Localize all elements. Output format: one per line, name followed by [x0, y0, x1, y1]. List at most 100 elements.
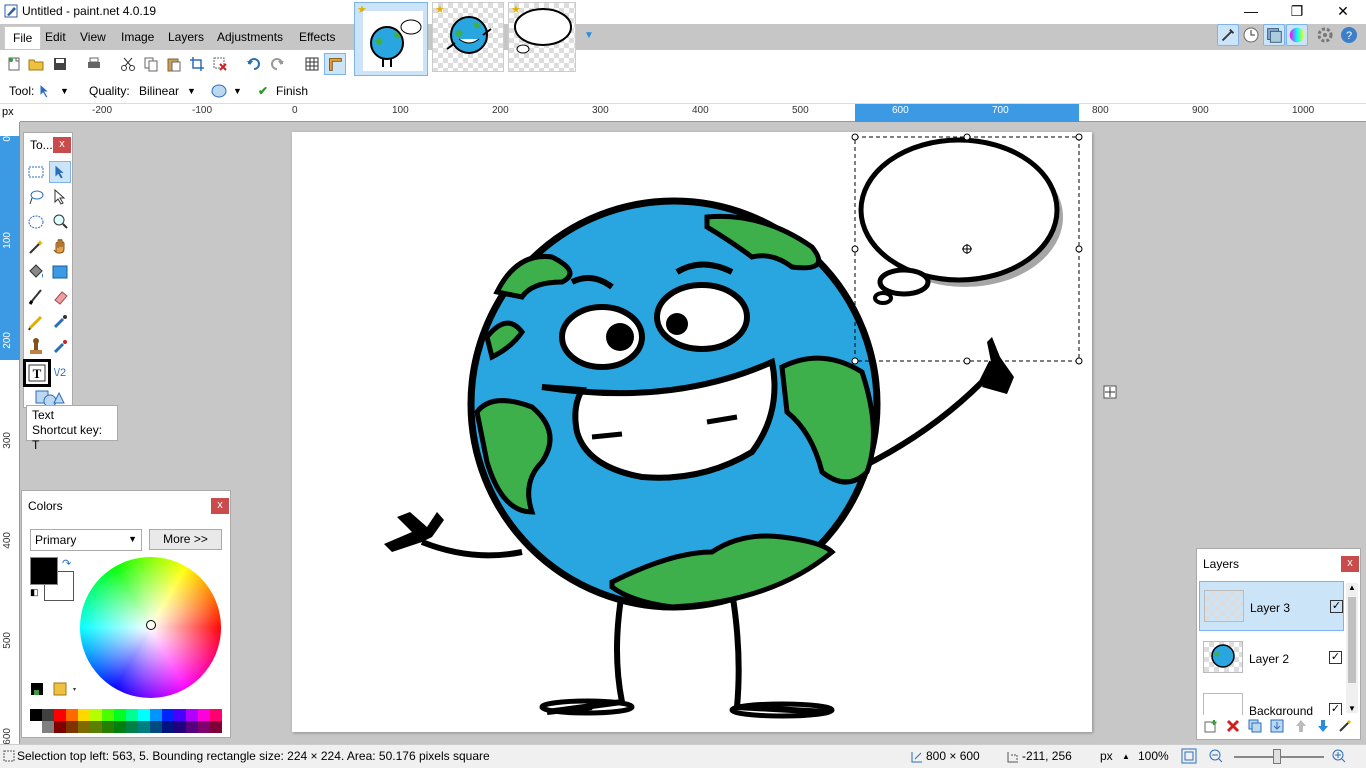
- tabs-overflow-icon[interactable]: ▼: [584, 30, 594, 41]
- quality-dropdown-icon[interactable]: ▼: [187, 86, 196, 96]
- palette-swatch[interactable]: [186, 709, 198, 721]
- tools-window-icon[interactable]: [1217, 24, 1239, 46]
- finish-button[interactable]: Finish: [276, 84, 308, 98]
- selection-mode-dropdown-icon[interactable]: ▼: [233, 86, 242, 96]
- palette-swatch[interactable]: [198, 709, 210, 721]
- palette-swatch[interactable]: [54, 721, 66, 733]
- zoom-in-icon[interactable]: [1331, 748, 1347, 764]
- layers-panel-close-button[interactable]: x: [1341, 556, 1359, 572]
- copy-icon[interactable]: [143, 56, 159, 72]
- tools-panel-close-button[interactable]: x: [53, 137, 71, 153]
- quality-select[interactable]: Bilinear: [139, 84, 179, 98]
- zoom-slider-thumb[interactable]: [1273, 749, 1281, 764]
- help-icon[interactable]: ?: [1338, 24, 1360, 46]
- recolor-icon[interactable]: [49, 336, 71, 358]
- palette-swatch[interactable]: [186, 721, 198, 733]
- rulers-icon[interactable]: [324, 53, 346, 75]
- layer-visibility-checkbox[interactable]: ✓: [1329, 703, 1342, 715]
- palette-swatch[interactable]: [138, 709, 150, 721]
- palette-swatch[interactable]: [102, 721, 114, 733]
- merge-layer-down-icon[interactable]: [1269, 718, 1285, 734]
- palette-swatch[interactable]: [42, 709, 54, 721]
- palette-swatch[interactable]: [210, 721, 222, 733]
- layers-window-icon[interactable]: [1263, 24, 1285, 46]
- palette-swatch[interactable]: [198, 721, 210, 733]
- menu-image[interactable]: Image: [121, 30, 154, 44]
- palette-swatch[interactable]: [150, 709, 162, 721]
- palette-swatch[interactable]: [54, 709, 66, 721]
- move-layer-up-icon[interactable]: [1293, 718, 1309, 734]
- redo-icon[interactable]: [269, 56, 285, 72]
- image-tab-1[interactable]: ★: [354, 2, 428, 76]
- palette-swatch[interactable]: [90, 709, 102, 721]
- new-image-icon[interactable]: [6, 56, 22, 72]
- color-picker-icon[interactable]: [49, 311, 71, 333]
- menu-layers[interactable]: Layers: [168, 30, 204, 44]
- layer-row[interactable]: Layer 2 ✓: [1199, 633, 1344, 683]
- finish-check-icon[interactable]: ✔: [258, 84, 268, 98]
- print-icon[interactable]: [86, 56, 102, 72]
- delete-layer-icon[interactable]: [1225, 718, 1241, 734]
- palette-swatch[interactable]: [30, 721, 42, 733]
- unit-selector[interactable]: px: [1100, 749, 1113, 763]
- clone-stamp-icon[interactable]: [25, 336, 47, 358]
- rectangle-select-icon[interactable]: [25, 161, 47, 183]
- paintbrush-icon[interactable]: [25, 286, 47, 308]
- palette-swatch[interactable]: [42, 721, 54, 733]
- palette-swatch[interactable]: [210, 709, 222, 721]
- scroll-down-icon[interactable]: ▼: [1348, 704, 1356, 713]
- crop-icon[interactable]: [189, 56, 205, 72]
- duplicate-layer-icon[interactable]: [1247, 718, 1263, 734]
- layer-visibility-checkbox[interactable]: ✓: [1330, 600, 1343, 613]
- cut-icon[interactable]: [120, 56, 136, 72]
- pencil-icon[interactable]: [25, 311, 47, 333]
- palette-options-icon[interactable]: [30, 681, 78, 697]
- color-wheel-cursor[interactable]: [146, 620, 156, 630]
- image-canvas[interactable]: [292, 132, 1092, 732]
- image-tab-3[interactable]: ★: [508, 2, 576, 72]
- palette-swatch[interactable]: [162, 721, 174, 733]
- zoom-icon[interactable]: [49, 211, 71, 233]
- layers-scrollbar[interactable]: ▲ ▼: [1346, 583, 1358, 713]
- palette-swatch[interactable]: [90, 721, 102, 733]
- maximize-button[interactable]: ❐: [1274, 0, 1320, 24]
- ellipse-select-icon[interactable]: [25, 211, 47, 233]
- primary-color-swatch[interactable]: [30, 557, 58, 585]
- selection-mode-icon[interactable]: [211, 83, 227, 99]
- pan-icon[interactable]: [49, 236, 71, 258]
- scroll-thumb[interactable]: [1348, 597, 1356, 683]
- reset-colors-icon[interactable]: ◧: [30, 587, 39, 598]
- swap-colors-icon[interactable]: ↷: [62, 557, 71, 570]
- scroll-up-icon[interactable]: ▲: [1348, 583, 1356, 592]
- layer-properties-icon[interactable]: [1337, 718, 1353, 734]
- eraser-icon[interactable]: [49, 286, 71, 308]
- color-palette[interactable]: [30, 709, 222, 733]
- palette-swatch[interactable]: [150, 721, 162, 733]
- minimize-button[interactable]: —: [1228, 0, 1274, 24]
- palette-swatch[interactable]: [126, 721, 138, 733]
- gradient-icon[interactable]: [49, 261, 71, 283]
- palette-swatch[interactable]: [78, 709, 90, 721]
- history-window-icon[interactable]: [1240, 24, 1262, 46]
- colors-panel-close-button[interactable]: x: [211, 498, 229, 514]
- palette-swatch[interactable]: [174, 709, 186, 721]
- palette-swatch[interactable]: [66, 709, 78, 721]
- image-tab-2[interactable]: ★: [432, 2, 504, 72]
- menu-effects[interactable]: Effects: [299, 30, 335, 44]
- save-icon[interactable]: [52, 56, 68, 72]
- tool-dropdown-icon[interactable]: ▼: [60, 86, 69, 96]
- more-colors-button[interactable]: More >>: [149, 529, 222, 550]
- add-layer-icon[interactable]: [1203, 718, 1219, 734]
- move-layer-down-icon[interactable]: [1315, 718, 1331, 734]
- layer-row[interactable]: Background ✓: [1199, 685, 1344, 715]
- deselect-icon[interactable]: [212, 56, 228, 72]
- move-selection-icon[interactable]: [49, 186, 71, 208]
- lasso-select-icon[interactable]: [25, 186, 47, 208]
- move-selected-pixels-icon[interactable]: [38, 83, 54, 99]
- unit-dropdown-icon[interactable]: ▲: [1122, 752, 1130, 761]
- undo-icon[interactable]: [246, 56, 262, 72]
- palette-swatch[interactable]: [162, 709, 174, 721]
- paint-bucket-icon[interactable]: [25, 261, 47, 283]
- text-tool-icon[interactable]: T: [23, 359, 51, 387]
- palette-swatch[interactable]: [114, 709, 126, 721]
